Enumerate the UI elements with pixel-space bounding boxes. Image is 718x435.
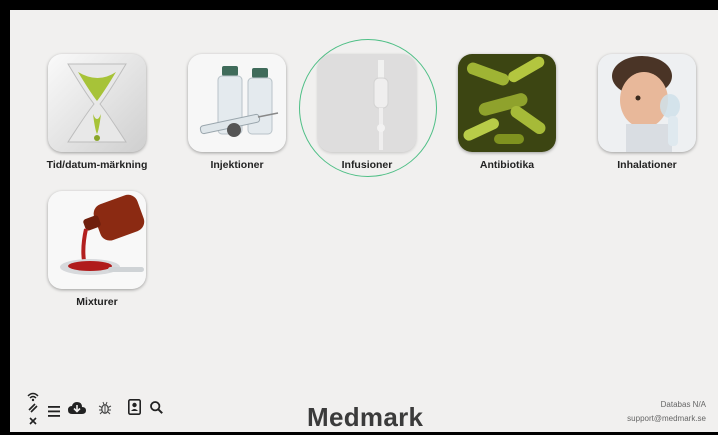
vials-syringe-icon xyxy=(188,54,286,152)
cloud-download-icon[interactable] xyxy=(68,401,86,420)
tile-label: Mixturer xyxy=(76,296,118,308)
tile-label: Tid/datum-märkning xyxy=(46,159,148,171)
database-status: Databas N/A xyxy=(660,400,706,409)
database-info: Databas N/A support@medmark.se xyxy=(627,398,706,426)
tile-tid-datum[interactable]: Tid/datum-märkning xyxy=(42,54,152,171)
search-icon[interactable] xyxy=(150,401,163,419)
contact-card-icon[interactable] xyxy=(128,399,141,420)
logo-m: m xyxy=(359,402,384,432)
hourglass-icon xyxy=(48,54,146,152)
bug-icon[interactable] xyxy=(97,400,113,421)
tile-label: Antibiotika xyxy=(479,159,535,171)
tile-label: Infusioner xyxy=(341,159,393,171)
support-email[interactable]: support@medmark.se xyxy=(627,412,706,426)
tile-infusioner[interactable]: Infusioner xyxy=(312,54,422,171)
bacteria-icon xyxy=(458,54,556,152)
tile-mixturer[interactable]: Mixturer xyxy=(42,191,152,308)
iv-drip-icon xyxy=(318,54,416,152)
tile-injektioner[interactable]: Injektioner xyxy=(182,54,292,171)
tile-label: Injektioner xyxy=(210,159,264,171)
medmark-logo: Medmark xyxy=(307,402,424,432)
tile-label: Inhalationer xyxy=(617,159,677,171)
app-screen: Tid/datum-märkning Injektioner Infusione… xyxy=(10,10,718,432)
status-icons xyxy=(26,390,40,435)
menu-icon[interactable] xyxy=(48,404,60,422)
tile-antibiotika[interactable]: Antibiotika xyxy=(452,54,562,171)
wifi-link-status-icon xyxy=(27,392,39,425)
child-inhaler-icon xyxy=(598,54,696,152)
syrup-bottle-icon xyxy=(48,191,146,289)
tile-inhalationer[interactable]: Inhalationer xyxy=(592,54,702,171)
